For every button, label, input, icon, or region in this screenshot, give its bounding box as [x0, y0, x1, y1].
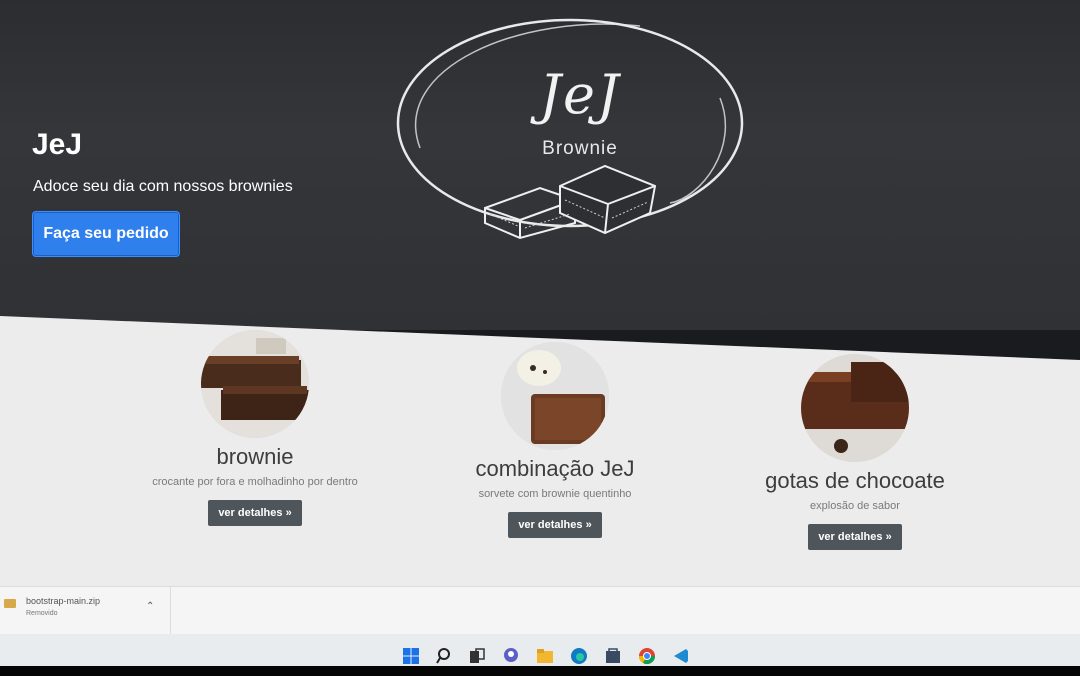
download-filename: bootstrap-main.zip — [26, 596, 101, 606]
search-icon[interactable] — [436, 647, 454, 665]
logo-title: JeJ — [539, 63, 621, 126]
brand-logo: JeJ Brownie — [380, 8, 760, 258]
details-button[interactable]: ver detalhes » — [808, 524, 902, 550]
windows-icon[interactable] — [402, 647, 420, 665]
product-description: crocante por fora e molhadinho por dentr… — [152, 476, 358, 488]
product-description: sorvete com brownie quentinho — [478, 488, 632, 500]
details-button[interactable]: ver detalhes » — [208, 500, 302, 526]
chevron-up-icon[interactable]: ⌃ — [146, 601, 154, 612]
product-name: combinação JeJ — [475, 456, 635, 481]
product-name: brownie — [216, 444, 294, 469]
zip-file-icon — [4, 599, 16, 608]
product-card: gotas de chocoate explosão de sabor ver … — [730, 354, 980, 550]
download-item[interactable]: bootstrap-main.zip Removido ⌃ — [0, 587, 171, 635]
taskbar — [0, 634, 1080, 666]
hero-tagline: Adoce seu dia com nossos brownies — [33, 178, 293, 195]
folder-icon[interactable] — [536, 647, 554, 665]
product-card: combinação JeJ sorvete com brownie quent… — [430, 342, 680, 538]
store-icon[interactable] — [604, 647, 622, 665]
product-name: gotas de chocoate — [765, 468, 945, 493]
combo-image — [501, 342, 609, 450]
edge-icon[interactable] — [570, 647, 588, 665]
product-card: brownie crocante por fora e molhadinho p… — [130, 330, 380, 526]
screen-bezel — [0, 666, 1080, 676]
logo-subtitle: Brownie — [542, 138, 618, 159]
chocolate-drops-image — [801, 354, 909, 462]
chat-icon[interactable] — [502, 647, 520, 665]
brand-title: JeJ — [32, 128, 83, 161]
download-bar: bootstrap-main.zip Removido ⌃ — [0, 586, 1080, 635]
product-description: explosão de sabor — [810, 500, 900, 512]
logo-emblem-icon — [396, 18, 744, 240]
task-view-icon[interactable] — [468, 647, 486, 665]
details-button[interactable]: ver detalhes » — [508, 512, 602, 538]
download-status: Removido — [26, 610, 58, 617]
brownie-image — [201, 330, 309, 438]
order-button[interactable]: Faça seu pedido — [32, 211, 180, 257]
vscode-icon[interactable] — [672, 647, 690, 665]
hero-banner: JeJ Adoce seu dia com nossos brownies Fa… — [0, 0, 1080, 330]
chrome-icon[interactable] — [638, 647, 656, 665]
